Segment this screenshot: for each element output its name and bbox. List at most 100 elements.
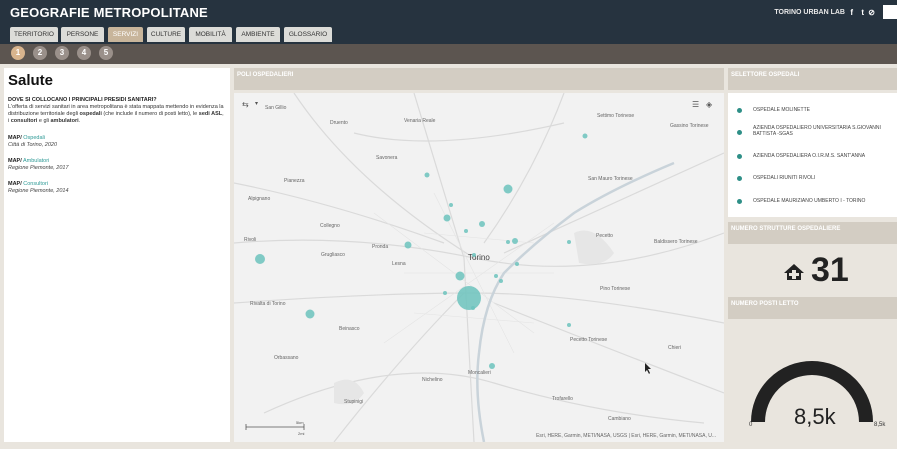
gauge-max-label: 8,5k: [874, 422, 886, 428]
place-label: Moncalieri: [468, 370, 491, 376]
hospital-marker[interactable]: [471, 306, 475, 310]
bullet-icon: [737, 108, 742, 113]
layers-icon[interactable]: ◈: [706, 100, 712, 109]
map-link-consultori[interactable]: Consultori: [23, 181, 48, 187]
intro-part: .: [78, 118, 81, 124]
hospital-option[interactable]: OSPEDALI RIUNITI RIVOLI: [728, 169, 897, 189]
hospital-option[interactable]: OSPEDALE MOLINETTE: [728, 101, 897, 121]
place-label: Settimo Torinese: [597, 113, 634, 119]
place-label: Venaria Reale: [404, 118, 436, 124]
step-4[interactable]: 4: [77, 46, 91, 60]
info-panel: Salute DOVE SI COLLOCANO I PRINCIPALI PR…: [4, 68, 230, 442]
scale-bar: 5km 2mi: [245, 420, 305, 436]
place-label: Grugliasco: [321, 252, 345, 258]
hospital-marker[interactable]: [582, 133, 588, 139]
map-ref-consultori: MAP/ Consultori Regione Piemonte, 2014: [8, 181, 69, 195]
place-label: Trofarello: [552, 396, 573, 402]
intro-text: L'offerta di servizi sanitari in area me…: [8, 104, 224, 125]
hospital-marker[interactable]: [472, 253, 476, 257]
tab-glossario[interactable]: GLOSSARIO: [284, 27, 332, 42]
tab-culture[interactable]: CULTURE: [147, 27, 185, 42]
hospital-marker[interactable]: [512, 238, 518, 244]
hospital-marker[interactable]: [443, 291, 447, 295]
twitter-icon[interactable]: t: [861, 8, 864, 17]
step-5[interactable]: 5: [99, 46, 113, 60]
hospital-marker[interactable]: [479, 221, 485, 227]
map-panel-header: POLI OSPEDALIERI: [234, 68, 724, 90]
hospital-marker[interactable]: [443, 214, 451, 222]
map-ref-source: Regione Piemonte, 2014: [8, 188, 69, 194]
hospital-marker[interactable]: [464, 229, 468, 233]
place-label: Pecetto Torinese: [570, 337, 607, 343]
hospital-marker[interactable]: [305, 309, 315, 319]
river: [476, 161, 675, 442]
place-label: Rivalta di Torino: [250, 301, 286, 307]
hospital-marker[interactable]: [404, 241, 412, 249]
place-label: Baldissero Torinese: [654, 239, 698, 245]
hospital-marker[interactable]: [515, 262, 519, 266]
hospital-marker[interactable]: [499, 279, 503, 283]
tab-ambiente[interactable]: AMBIENTE: [236, 27, 280, 42]
map-link-ospedali[interactable]: Ospedali: [23, 135, 45, 141]
intro-bold-asl: sedi ASL: [198, 111, 223, 117]
tab-servizi[interactable]: SERVIZI: [108, 27, 143, 42]
filter-icon[interactable]: ▾: [255, 100, 258, 107]
hospital-markers[interactable]: [255, 133, 588, 370]
tab-persone[interactable]: PERSONE: [61, 27, 104, 42]
beds-title: NUMERO POSTI LETTO: [731, 301, 799, 307]
map-ref-ambulatori: MAP/ Ambulatori Regione Piemonte, 2017: [8, 158, 69, 172]
user-box[interactable]: [883, 5, 897, 19]
scale-bottom-label: 2mi: [298, 431, 305, 436]
place-label: Cambiano: [608, 416, 631, 422]
hospital-marker[interactable]: [567, 323, 571, 327]
hospital-marker[interactable]: [455, 271, 465, 281]
hospital-marker[interactable]: [424, 172, 430, 178]
hospital-option-label: AZIENDA OSPEDALIERO UNIVERSITARIA S.GIOV…: [753, 125, 881, 137]
hospital-option-label: OSPEDALI RIUNITI RIVOLI: [753, 175, 816, 181]
hospital-marker[interactable]: [503, 184, 513, 194]
place-label: Savonera: [376, 155, 398, 161]
hospital-marker[interactable]: [567, 240, 571, 244]
place-label: Nichelino: [422, 377, 443, 383]
step-2[interactable]: 2: [33, 46, 47, 60]
link-icon[interactable]: ⊘: [868, 8, 875, 17]
tab-territorio[interactable]: TERRITORIO: [10, 27, 58, 42]
place-label: Alpignano: [248, 196, 270, 202]
hospital-marker[interactable]: [489, 363, 495, 369]
step-3[interactable]: 3: [55, 46, 69, 60]
map-menu-icon[interactable]: ⇆: [242, 100, 249, 109]
intro-bold-consultori: consultori: [10, 118, 38, 124]
step-1[interactable]: 1: [11, 46, 25, 60]
brand-label[interactable]: TORINO URBAN LAB: [774, 9, 845, 16]
map-canvas[interactable]: San Gillio Druento Venaria Reale Settimo…: [234, 93, 724, 442]
hospital-map[interactable]: San Gillio Druento Venaria Reale Settimo…: [234, 93, 724, 442]
intro-bold-ospedali: ospedali: [79, 111, 102, 117]
place-label: Pianezza: [284, 178, 305, 184]
hospital-marker[interactable]: [449, 203, 453, 207]
place-label: Pino Torinese: [600, 286, 630, 292]
facebook-icon[interactable]: f: [850, 8, 853, 17]
tab-mobilita[interactable]: MOBILITÀ: [189, 27, 232, 42]
place-label: Lesna: [392, 261, 406, 267]
hospital-marker[interactable]: [457, 286, 481, 310]
map-attribution: Esri, HERE, Garmin, METI/NASA, USGS | Es…: [536, 433, 716, 439]
bullet-icon: [737, 199, 742, 204]
steps-bar: 1 2 3 4 5: [0, 44, 897, 64]
bullet-icon: [737, 130, 742, 135]
map-link-ambulatori[interactable]: Ambulatori: [23, 158, 49, 164]
hospital-option[interactable]: OSPEDALE MAURIZIANO UMBERTO I - TORINO: [728, 192, 897, 212]
road-network: [234, 93, 724, 442]
gauge-min-label: 0: [749, 422, 753, 428]
place-label: Orbassano: [274, 355, 299, 361]
place-labels: San Gillio Druento Venaria Reale Settimo…: [244, 105, 709, 422]
app-root: GEOGRAFIE METROPOLITANE TORINO URBAN LAB…: [0, 0, 897, 449]
place-label: Rivoli: [244, 237, 256, 243]
selector-header: SELETTORE OSPEDALI: [728, 68, 897, 90]
hospital-option[interactable]: AZIENDA OSPEDALIERO UNIVERSITARIA S.GIOV…: [728, 123, 897, 143]
hospital-marker[interactable]: [506, 240, 510, 244]
hospital-option[interactable]: AZIENDA OSPEDALIERA O.I.R.M.S. SANT'ANNA: [728, 147, 897, 167]
hospital-marker[interactable]: [494, 274, 498, 278]
list-icon[interactable]: ☰: [692, 100, 699, 109]
hospital-marker[interactable]: [255, 254, 265, 264]
tab-bar: TERRITORIO PERSONE SERVIZI CULTURE MOBIL…: [0, 26, 897, 44]
